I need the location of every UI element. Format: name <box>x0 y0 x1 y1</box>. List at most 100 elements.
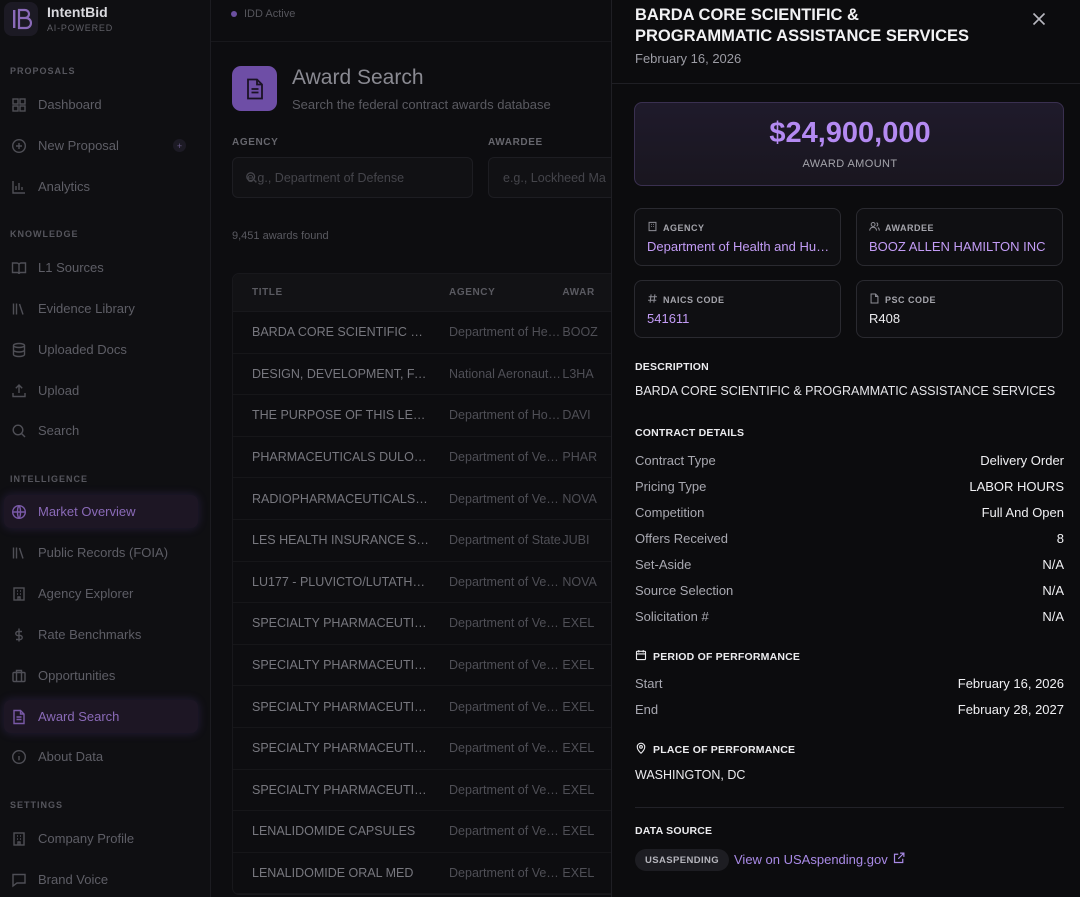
cell-agency: Department of Veterans Affairs <box>449 574 561 589</box>
usaspending-link[interactable]: View on USAspending.gov <box>734 852 905 867</box>
file-icon <box>869 293 885 306</box>
cell-title: PHARMACEUTICALS DULOXETINE <box>252 450 431 465</box>
table-row[interactable]: RADIOPHARMACEUTICALS PLUVICTO Department … <box>233 478 611 520</box>
detail-key: Offers Received <box>635 531 728 546</box>
sidebar-item-label: Agency Explorer <box>38 586 134 601</box>
table-row[interactable]: SPECIALTY PHARMACEUTICAL PRODUCTS Departm… <box>233 770 611 812</box>
detail-value: N/A <box>1042 557 1064 572</box>
table-row[interactable]: SPECIALTY PHARMACEUTICALS Department of V… <box>233 728 611 770</box>
top-bar: IDD Active <box>211 0 611 42</box>
cell-agency: Department of Veterans Affairs <box>449 450 561 465</box>
cell-title: THE PURPOSE OF THIS LETTER IS <box>252 408 430 423</box>
column-header-title[interactable]: TITLE <box>233 287 430 298</box>
cell-awardee: EXEL <box>562 866 595 881</box>
column-header-agency[interactable]: AGENCY <box>430 287 561 298</box>
cell-agency: Department of Veterans Affairs <box>449 491 561 506</box>
table-row[interactable]: SPECIALTY PHARMACEUTICALS Department of V… <box>233 645 611 687</box>
cell-title: SPECIALTY PHARMACEUTICALS <box>252 658 431 673</box>
building-icon <box>10 830 28 848</box>
awardee-search-input[interactable]: e.g., Lockheed Ma <box>488 157 611 198</box>
detail-value: February 28, 2027 <box>957 702 1064 717</box>
grid-icon <box>10 96 28 114</box>
main-content: IDD Active Award Search Search the feder… <box>211 0 611 897</box>
sidebar-item-award-search[interactable]: Award Search <box>4 700 198 733</box>
sidebar-item-about-data[interactable]: About Data <box>4 740 198 773</box>
agency-search-input[interactable]: e.g., Department of Defense <box>232 157 473 198</box>
hash-icon <box>647 293 663 306</box>
cell-title: RADIOPHARMACEUTICALS PLUVICTO <box>252 491 430 506</box>
sidebar-item-label: New Proposal <box>38 138 119 153</box>
period-heading-text: PERIOD OF PERFORMANCE <box>653 650 801 663</box>
data-source-heading: DATA SOURCE <box>635 825 713 837</box>
sidebar-item-new-proposal[interactable]: New Proposal + <box>4 129 198 162</box>
cell-title: BARDA CORE SCIENTIFIC & PROGRAMMATIC ASS… <box>252 325 431 340</box>
sidebar-item-label: Evidence Library <box>38 301 135 316</box>
section-divider <box>635 807 1064 808</box>
awardee-value[interactable]: BOOZ ALLEN HAMILTON INC <box>869 239 1054 254</box>
sidebar-item-rate-benchmarks[interactable]: Rate Benchmarks <box>4 618 198 651</box>
table-row[interactable]: SPECIALTY PHARMACEUTICALS Department of V… <box>233 603 611 645</box>
cell-awardee: EXEL <box>562 824 595 839</box>
sidebar-item-opportunities[interactable]: Opportunities <box>4 659 198 692</box>
sidebar-item-analytics[interactable]: Analytics <box>4 170 198 203</box>
table-row[interactable]: LENALIDOMIDE ORAL MED Department of Veter… <box>233 853 611 895</box>
brand-logo-icon <box>4 2 38 36</box>
table-row[interactable]: LENALIDOMIDE CAPSULES Department of Veter… <box>233 811 611 853</box>
section-label-settings: SETTINGS <box>10 800 64 810</box>
naics-card: NAICS CODE 541611 <box>634 280 841 338</box>
agency-value[interactable]: Department of Health and Human Services <box>647 239 832 254</box>
close-icon <box>1032 12 1046 31</box>
table-row[interactable]: LU177 - PLUVICTO/LUTATHERA Department of … <box>233 562 611 604</box>
cell-title: SPECIALTY PHARMACEUTICAL PRODUCTS <box>252 782 431 797</box>
cell-agency: Department of State <box>449 533 561 548</box>
table-row[interactable]: DESIGN, DEVELOPMENT, FABRICATION National… <box>233 354 611 396</box>
sidebar-item-label: Uploaded Docs <box>38 342 127 357</box>
sidebar-item-public-records[interactable]: Public Records (FOIA) <box>4 536 198 569</box>
sidebar-item-evidence-library[interactable]: Evidence Library <box>4 292 198 325</box>
table-row[interactable]: SPECIALTY PHARMACEUTICAL PRODUCTS Departm… <box>233 686 611 728</box>
cell-awardee: JUBI <box>562 533 590 548</box>
detail-row-competition: Competition Full And Open <box>635 505 1064 520</box>
sidebar-item-agency-explorer[interactable]: Agency Explorer <box>4 577 198 610</box>
globe-icon <box>10 503 28 521</box>
cell-awardee: DAVI <box>562 408 591 423</box>
sidebar-item-dashboard[interactable]: Dashboard <box>4 88 198 121</box>
detail-value: Delivery Order <box>980 453 1064 468</box>
psc-card: PSC CODE R408 <box>856 280 1063 338</box>
building-icon <box>10 585 28 603</box>
naics-value[interactable]: 541611 <box>647 311 832 326</box>
table-header: TITLE AGENCY AWAR <box>233 274 611 312</box>
table-row[interactable]: PHARMACEUTICALS DULOXETINE Department of … <box>233 437 611 479</box>
detail-key: Pricing Type <box>635 479 707 494</box>
sidebar-item-l1-sources[interactable]: L1 Sources <box>4 251 198 284</box>
detail-value: N/A <box>1042 609 1064 624</box>
detail-key: End <box>635 702 659 717</box>
cell-agency: Department of Veterans Affairs <box>449 616 561 631</box>
page-title: Award Search <box>292 66 424 89</box>
map-pin-icon <box>635 742 653 757</box>
sidebar-item-company-profile[interactable]: Company Profile <box>4 822 198 855</box>
info-icon <box>10 748 28 766</box>
award-title: BARDA CORE SCIENTIFIC & PROGRAMMATIC ASS… <box>635 6 970 45</box>
external-link-icon <box>888 852 905 867</box>
cell-agency: Department of Veterans Affairs <box>449 741 561 756</box>
new-proposal-badge[interactable]: + <box>173 139 186 152</box>
sidebar-item-uploaded-docs[interactable]: Uploaded Docs <box>4 333 198 366</box>
detail-row-solicitation: Solicitation # N/A <box>635 609 1064 624</box>
header-divider <box>612 83 1080 84</box>
table-row[interactable]: LES HEALTH INSURANCE SERVICES Department … <box>233 520 611 562</box>
award-amount-label: AWARD AMOUNT <box>802 158 898 170</box>
cell-agency: National Aeronautics and Space Administr… <box>449 366 562 381</box>
sidebar-item-search[interactable]: Search <box>4 414 198 447</box>
brand[interactable]: IntentBid AI-POWERED <box>4 2 113 36</box>
sidebar-item-upload[interactable]: Upload <box>4 374 198 407</box>
sidebar-item-brand-voice[interactable]: Brand Voice <box>4 863 198 896</box>
table-row[interactable]: THE PURPOSE OF THIS LETTER IS Department … <box>233 395 611 437</box>
column-header-awardee[interactable]: AWAR <box>561 287 611 298</box>
close-button[interactable] <box>1028 10 1050 32</box>
sidebar-item-market-overview[interactable]: Market Overview <box>4 495 198 528</box>
table-row[interactable]: BARDA CORE SCIENTIFIC & PROGRAMMATIC ASS… <box>233 312 611 354</box>
cell-agency: Department of Veterans Affairs <box>449 824 561 839</box>
cell-title: LU177 - PLUVICTO/LUTATHERA <box>252 574 431 589</box>
psc-card-label: PSC CODE <box>885 294 937 305</box>
